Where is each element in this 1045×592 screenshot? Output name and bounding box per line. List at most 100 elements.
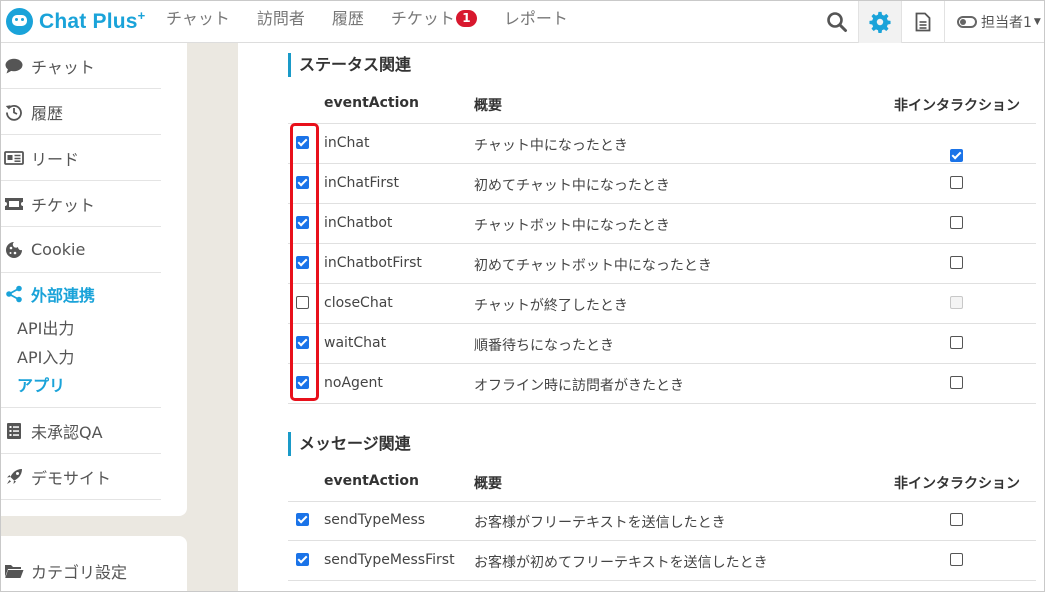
sidebar-item-label: 外部連携 xyxy=(31,286,96,305)
folder-icon xyxy=(3,560,25,582)
sidebar-item-unapproved-qa[interactable]: 未承認QA xyxy=(1,408,161,454)
event-description: チャット中になったとき xyxy=(474,138,628,154)
noninteraction-checkbox[interactable] xyxy=(950,216,963,229)
table-row: waitChat 順番待ちになったとき xyxy=(288,324,1036,364)
highlight-annotation-box xyxy=(290,123,319,401)
sidebar-sub-api-input[interactable]: API入力 xyxy=(17,344,74,368)
table-row: inChatbot チャットボット中になったとき xyxy=(288,204,1036,244)
event-description: お客様がフリーテキストを送信したとき xyxy=(474,515,726,531)
sidebar-item-tickets[interactable]: チケット xyxy=(1,181,161,227)
table-row: inChatbotFirst 初めてチャットボット中になったとき xyxy=(288,244,1036,284)
nav-item-visitors[interactable]: 訪問者 xyxy=(257,5,305,29)
cookie-icon xyxy=(3,239,25,261)
sidebar-item-label: チャット xyxy=(31,57,95,77)
settings-button[interactable] xyxy=(858,1,901,43)
sidebar-item-demo-site[interactable]: デモサイト xyxy=(1,454,161,500)
table-row: sendTypeMess お客様がフリーテキストを送信したとき xyxy=(288,501,1036,541)
event-name: inChat xyxy=(324,135,370,151)
sidebar-item-leads[interactable]: リード xyxy=(1,135,161,181)
sidebar-item-integrations[interactable]: 外部連携 xyxy=(1,271,161,317)
event-name: inChatbotFirst xyxy=(324,255,422,271)
event-name: noAgent xyxy=(324,375,383,391)
noninteraction-checkbox[interactable] xyxy=(950,149,963,162)
table-row: inChat チャット中になったとき xyxy=(288,124,1036,164)
column-header-desc: 概要 xyxy=(474,98,502,114)
logo[interactable]: Chat Plus+ xyxy=(6,5,145,37)
column-header-event: eventAction xyxy=(324,95,419,111)
event-name: sendTypeMess xyxy=(324,512,426,528)
sidebar-sub-app[interactable]: アプリ xyxy=(17,372,65,396)
column-header-desc: 概要 xyxy=(474,476,502,492)
nav-item-tickets-label: チケット xyxy=(390,9,455,28)
event-description: オフライン時に訪問者がきたとき xyxy=(474,378,684,394)
event-description: お客様が初めてフリーテキストを送信したとき xyxy=(474,555,768,571)
ticket-icon xyxy=(3,193,25,215)
event-name: inChatbot xyxy=(324,215,393,231)
id-card-icon xyxy=(3,147,25,169)
search-button[interactable] xyxy=(816,1,858,43)
section-title-message: メッセージ関連 xyxy=(288,432,411,456)
noninteraction-checkbox[interactable] xyxy=(950,553,963,566)
table-row: inChatFirst 初めてチャット中になったとき xyxy=(288,164,1036,204)
rocket-icon xyxy=(3,466,25,488)
noninteraction-checkbox[interactable] xyxy=(950,176,963,189)
chevron-down-icon: ▼ xyxy=(1033,17,1041,27)
noninteraction-checkbox-disabled xyxy=(950,296,963,309)
table-row: closeChat チャットが終了したとき xyxy=(288,284,1036,324)
column-header-noninteraction: 非インタラクション xyxy=(894,98,1020,114)
table-header: eventAction 概要 非インタラクション xyxy=(288,84,1036,124)
main-panel: ステータス関連 eventAction 概要 非インタラクション inChat … xyxy=(238,43,1044,591)
share-icon xyxy=(3,283,25,305)
event-name: closeChat xyxy=(324,295,393,311)
sidebar-item-history[interactable]: 履歴 xyxy=(1,89,161,135)
status-toggle-icon xyxy=(957,16,977,28)
noninteraction-checkbox[interactable] xyxy=(950,513,963,526)
noninteraction-checkbox[interactable] xyxy=(950,256,963,269)
sidebar-settings: カテゴリ設定 xyxy=(1,536,187,591)
ticket-count-badge: 1 xyxy=(455,10,477,27)
history-icon xyxy=(3,101,25,123)
document-icon xyxy=(915,12,931,32)
table-row: noAgent オフライン時に訪問者がきたとき xyxy=(288,364,1036,404)
column-header-event: eventAction xyxy=(324,473,419,489)
column-header-noninteraction: 非インタラクション xyxy=(894,476,1020,492)
header-tools: 担当者1 ▼ xyxy=(816,1,1044,43)
sidebar-item-cookie[interactable]: Cookie xyxy=(1,227,161,273)
sidebar-item-label: Cookie xyxy=(31,240,86,259)
nav-item-history[interactable]: 履歴 xyxy=(332,5,364,29)
sidebar-item-label: リード xyxy=(31,149,80,169)
sidebar-item-chat[interactable]: チャット xyxy=(1,43,161,89)
sidebar-item-label: デモサイト xyxy=(31,468,112,488)
event-name: sendTypeMessFirst xyxy=(324,552,455,568)
table-row: sendTypeMessFirst お客様が初めてフリーテキストを送信したとき xyxy=(288,541,1036,581)
event-name: waitChat xyxy=(324,335,387,351)
speech-bubble-icon xyxy=(3,55,25,77)
section-title-status: ステータス関連 xyxy=(288,53,411,77)
nav-item-tickets[interactable]: チケット 1 xyxy=(391,5,477,29)
user-name: 担当者1 xyxy=(981,15,1032,31)
sidebar: チャット 履歴 リード チケット Cookie 外部連携 API出力 API入力… xyxy=(1,43,187,516)
nav-item-chat[interactable]: チャット xyxy=(166,5,230,29)
main-nav: チャット 訪問者 履歴 チケット 1 レポート xyxy=(166,1,595,33)
noninteraction-checkbox[interactable] xyxy=(950,336,963,349)
sidebar-sub-api-output[interactable]: API出力 xyxy=(17,315,74,339)
sidebar-item-category-settings[interactable]: カテゴリ設定 xyxy=(1,548,161,591)
top-header: Chat Plus+ チャット 訪問者 履歴 チケット 1 レポート 担当者1 ▼ xyxy=(1,1,1044,43)
search-icon xyxy=(827,12,847,32)
sidebar-item-label: カテゴリ設定 xyxy=(31,563,128,582)
event-description: 初めてチャット中になったとき xyxy=(474,178,670,194)
event-description: 初めてチャットボット中になったとき xyxy=(474,258,712,274)
sidebar-item-label: 履歴 xyxy=(31,103,64,123)
user-menu[interactable]: 担当者1 ▼ xyxy=(944,1,1044,43)
table-header: eventAction 概要 非インタラクション xyxy=(288,462,1036,502)
noninteraction-checkbox[interactable] xyxy=(950,376,963,389)
enable-checkbox[interactable] xyxy=(296,513,309,526)
event-description: チャットボット中になったとき xyxy=(474,218,670,234)
document-button[interactable] xyxy=(901,1,944,43)
nav-item-reports[interactable]: レポート xyxy=(504,5,568,29)
sidebar-item-label: チケット xyxy=(31,195,96,215)
enable-checkbox[interactable] xyxy=(296,553,309,566)
event-description: チャットが終了したとき xyxy=(474,298,628,314)
app-name: Chat Plus+ xyxy=(39,8,146,33)
event-name: inChatFirst xyxy=(324,175,399,191)
